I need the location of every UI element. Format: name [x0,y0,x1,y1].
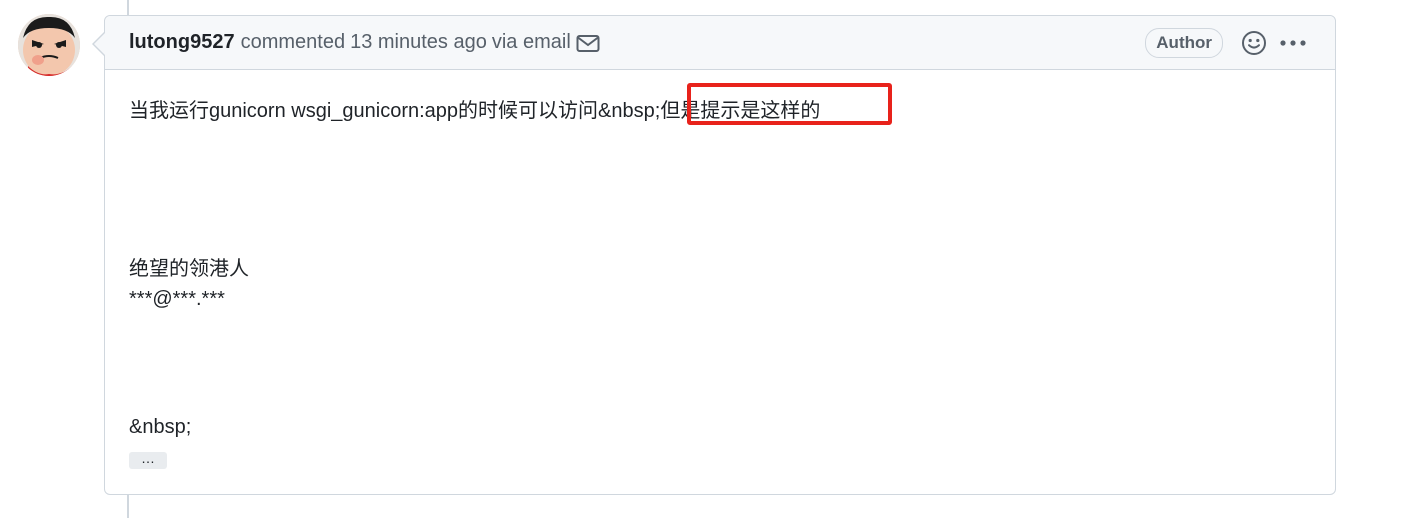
body-text-part1: 当我运行gunicorn wsgi_gunicorn:app的时候可以访问&nb… [129,100,661,122]
avatar[interactable] [18,14,80,76]
expand-hidden-text-button[interactable]: … [129,451,167,469]
body-first-line: 当我运行gunicorn wsgi_gunicorn:app的时候可以访问&nb… [129,83,1311,126]
nbsp-text: &nbsp; [129,416,192,438]
highlight-annotation-box [687,83,892,125]
page: lutong9527 commented 13 minutes ago via … [0,0,1405,518]
add-reaction-button[interactable] [1241,30,1267,56]
author-badge: Author [1145,27,1223,58]
comment-caret-inner [94,33,105,55]
timestamp-link[interactable]: 13 minutes ago [350,31,487,54]
comment-action: commented [240,31,346,53]
signature-email: ***@***.*** [129,288,225,310]
mail-icon [576,34,600,54]
more-options-button[interactable] [1279,38,1307,48]
comment-box: lutong9527 commented 13 minutes ago via … [104,15,1336,495]
comment-header: lutong9527 commented 13 minutes ago via … [105,16,1335,70]
comment-body: 当我运行gunicorn wsgi_gunicorn:app的时候可以访问&nb… [105,70,1335,472]
signature-name: 绝望的领港人 [129,258,249,280]
kebab-horizontal-icon [1280,39,1306,46]
via-email-text: via email [491,31,571,53]
author-link[interactable]: lutong9527 [129,31,235,54]
smiley-icon [1242,30,1266,55]
